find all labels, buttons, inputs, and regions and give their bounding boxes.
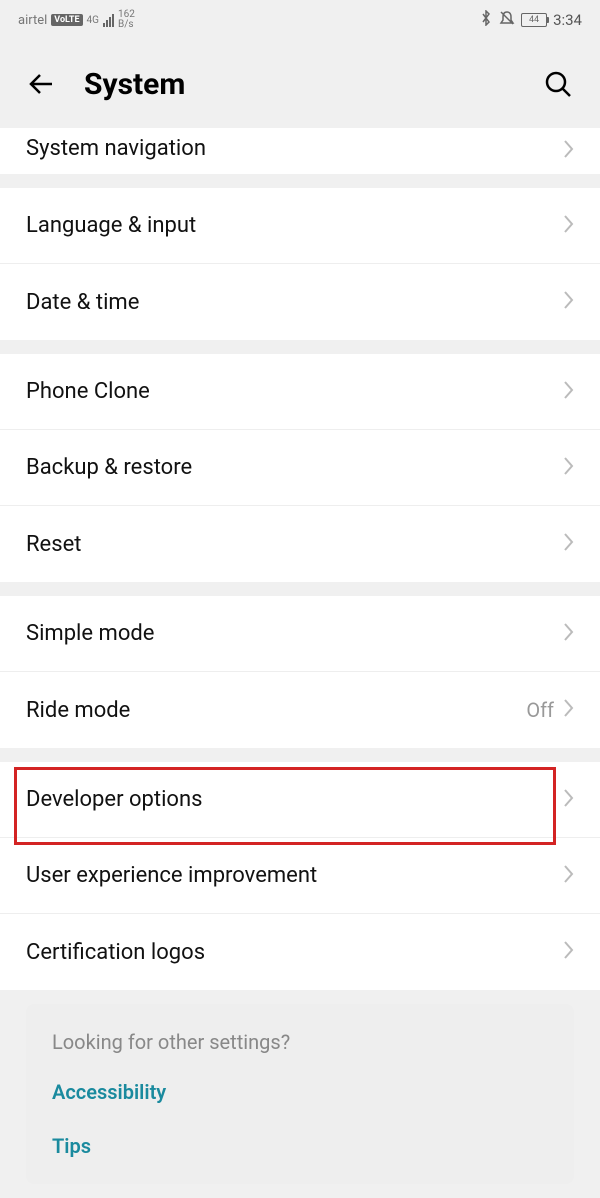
row-label: System navigation <box>26 136 562 161</box>
settings-group: Simple mode Ride modeOff <box>0 596 600 748</box>
footer-title: Looking for other settings? <box>52 1030 548 1054</box>
settings-group: Developer options User experience improve… <box>0 762 600 990</box>
footer-link-accessibility[interactable]: Accessibility <box>52 1080 548 1104</box>
row-label: Language & input <box>26 213 562 238</box>
chevron-right-icon <box>562 290 574 314</box>
row-phone-clone[interactable]: Phone Clone <box>0 354 600 430</box>
footer-link-tips[interactable]: Tips <box>52 1134 548 1158</box>
row-label: Certification logos <box>26 940 562 965</box>
row-user-experience-improvement[interactable]: User experience improvement <box>0 838 600 914</box>
app-header: System <box>0 40 600 128</box>
chevron-right-icon <box>562 456 574 480</box>
row-label: Simple mode <box>26 621 562 646</box>
chevron-right-icon <box>562 622 574 646</box>
arrow-left-icon <box>26 68 58 100</box>
search-icon <box>543 69 573 99</box>
row-certification-logos[interactable]: Certification logos <box>0 914 600 990</box>
settings-list: System navigation Language & input Date & … <box>0 128 600 1184</box>
clock: 3:34 <box>553 11 582 29</box>
carrier-label: airtel <box>18 13 47 28</box>
row-simple-mode[interactable]: Simple mode <box>0 596 600 672</box>
chevron-right-icon <box>562 864 574 888</box>
network-speed: 162 B/s <box>118 10 135 30</box>
row-label: Reset <box>26 532 562 557</box>
status-left: airtel VoLTE 4G 162 B/s <box>18 10 135 30</box>
settings-group: Phone Clone Backup & restore Reset <box>0 354 600 582</box>
volte-badge: VoLTE <box>51 14 82 26</box>
chevron-right-icon <box>562 940 574 964</box>
network-type: 4G <box>87 15 99 26</box>
settings-group: System navigation <box>0 128 600 174</box>
chevron-right-icon <box>562 139 574 163</box>
chevron-right-icon <box>562 788 574 812</box>
notification-mute-icon <box>499 10 515 30</box>
row-reset[interactable]: Reset <box>0 506 600 582</box>
signal-icon <box>103 13 114 27</box>
page-title: System <box>84 67 516 102</box>
row-developer-options[interactable]: Developer options <box>0 762 600 838</box>
battery-icon: 44 <box>521 13 547 27</box>
row-ride-mode[interactable]: Ride modeOff <box>0 672 600 748</box>
back-button[interactable] <box>24 66 60 102</box>
row-date-time[interactable]: Date & time <box>0 264 600 340</box>
row-backup-restore[interactable]: Backup & restore <box>0 430 600 506</box>
row-value: Off <box>526 698 554 722</box>
chevron-right-icon <box>562 698 574 722</box>
chevron-right-icon <box>562 214 574 238</box>
search-button[interactable] <box>540 66 576 102</box>
row-label: Developer options <box>26 787 562 812</box>
row-label: User experience improvement <box>26 863 562 888</box>
row-label: Date & time <box>26 290 562 315</box>
bluetooth-icon <box>479 10 493 30</box>
chevron-right-icon <box>562 532 574 556</box>
status-bar: airtel VoLTE 4G 162 B/s 44 3:34 <box>0 0 600 40</box>
row-label: Backup & restore <box>26 455 562 480</box>
row-label: Ride mode <box>26 698 526 723</box>
settings-group: Language & input Date & time <box>0 188 600 340</box>
chevron-right-icon <box>562 380 574 404</box>
row-language-input[interactable]: Language & input <box>0 188 600 264</box>
row-label: Phone Clone <box>26 379 562 404</box>
status-right: 44 3:34 <box>479 10 582 30</box>
other-settings-card: Looking for other settings? Accessibility… <box>26 1004 574 1184</box>
row-system-navigation[interactable]: System navigation <box>0 128 600 174</box>
